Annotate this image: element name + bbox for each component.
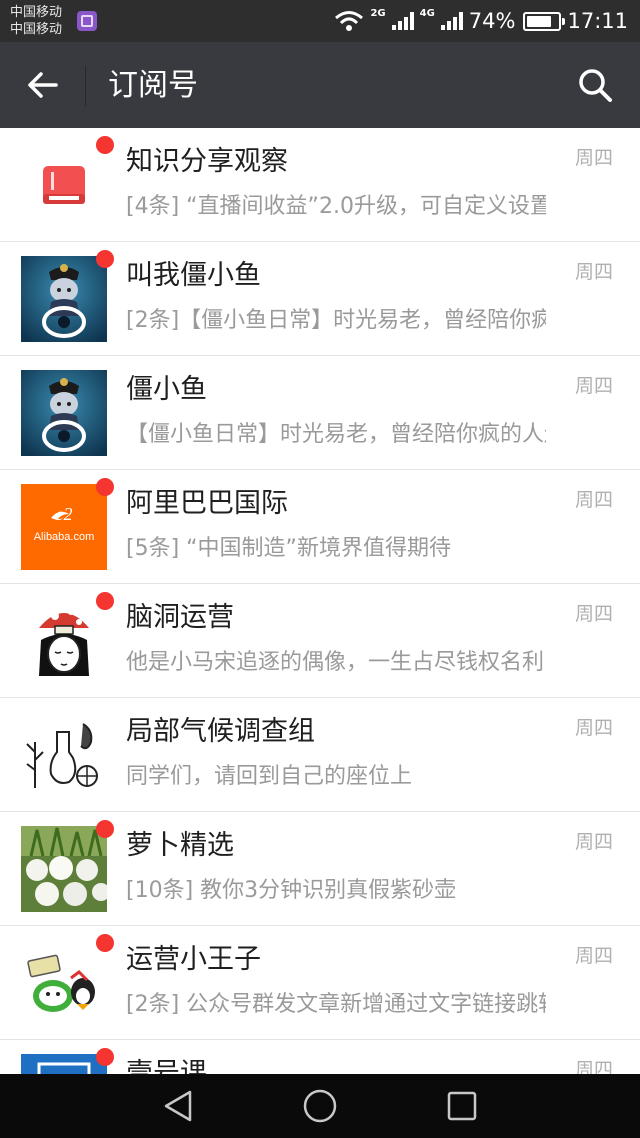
message-preview: [5条] “中国制造”新境界值得期待	[126, 536, 451, 561]
header-divider	[85, 66, 86, 106]
network-type-2: 4G	[419, 7, 435, 19]
carrier-1: 中国移动	[10, 5, 63, 20]
avatar	[21, 826, 107, 912]
subscription-list: 知识分享观察 [4条] “直播间收益”2.0升级，可自定义设置... 周四 叫我…	[0, 128, 640, 1074]
blue-frame-icon	[21, 1054, 107, 1074]
circle-home-icon	[303, 1089, 337, 1123]
timestamp: 周四	[574, 831, 613, 853]
unread-dot	[96, 934, 114, 952]
carrier-2: 中国移动	[10, 22, 63, 37]
timestamp: 周四	[574, 147, 613, 169]
network-type-1: 2G	[370, 7, 386, 19]
jiangxiaoyu-avatar-icon	[21, 256, 107, 342]
account-name: 萝卜精选	[126, 830, 234, 861]
timestamp: 周四	[574, 1059, 613, 1074]
timestamp: 周四	[574, 717, 613, 739]
account-name: 局部气候调查组	[126, 716, 315, 747]
red-book-icon	[21, 142, 107, 228]
gallery-notification-icon	[77, 11, 97, 31]
mushroom-girl-icon	[21, 598, 107, 684]
list-item[interactable]: 脑洞运营 他是小马宋追逐的偶像，一生占尽钱权名利... 周四	[0, 584, 640, 698]
triangle-back-icon	[164, 1090, 192, 1122]
list-item[interactable]: 运营小王子 [2条] 公众号群发文章新增通过文字链接跳转... 周四	[0, 926, 640, 1040]
radish-photo-icon	[21, 826, 107, 912]
message-preview: 【僵小鱼日常】时光易老，曾经陪你疯的人还在吗	[126, 422, 546, 447]
timestamp: 周四	[574, 945, 613, 967]
system-nav-bar	[0, 1074, 640, 1138]
timestamp: 周四	[574, 603, 613, 625]
list-item[interactable]: 叫我僵小鱼 [2条]【僵小鱼日常】时光易老，曾经陪你疯的人... 周四	[0, 242, 640, 356]
avatar	[21, 142, 107, 228]
message-preview: [10条] 教你3分钟识别真假紫砂壶	[126, 878, 457, 903]
list-item[interactable]: 壹号课 周四	[0, 1040, 640, 1074]
search-button[interactable]	[570, 60, 620, 110]
signal-icon-2	[440, 12, 463, 30]
timestamp: 周四	[574, 489, 613, 511]
timestamp: 周四	[574, 375, 613, 397]
unread-dot	[96, 478, 114, 496]
avatar	[21, 712, 107, 798]
message-preview: 同学们，请回到自己的座位上	[126, 764, 413, 789]
page-title: 订阅号	[108, 68, 198, 103]
carrier-info: 中国移动 中国移动	[10, 4, 62, 38]
signal-icon-1	[391, 12, 414, 30]
clock: 17:11	[567, 9, 628, 33]
nav-home-button[interactable]	[290, 1082, 350, 1130]
list-item[interactable]: 萝卜精选 [10条] 教你3分钟识别真假紫砂壶 周四	[0, 812, 640, 926]
message-preview: [2条] 公众号群发文章新增通过文字链接跳转...	[126, 992, 546, 1017]
message-preview: [2条]【僵小鱼日常】时光易老，曾经陪你疯的人...	[126, 308, 546, 333]
search-icon	[579, 69, 612, 102]
account-name: 知识分享观察	[126, 146, 288, 177]
wifi-icon	[335, 11, 364, 31]
list-item[interactable]: 局部气候调查组 同学们，请回到自己的座位上 周四	[0, 698, 640, 812]
message-preview: 他是小马宋追逐的偶像，一生占尽钱权名利...	[126, 650, 546, 675]
avatar	[21, 940, 107, 1026]
sketch-illustration-icon	[21, 712, 107, 798]
list-item[interactable]: 知识分享观察 [4条] “直播间收益”2.0升级，可自定义设置... 周四	[0, 128, 640, 242]
account-name: 阿里巴巴国际	[126, 488, 288, 519]
avatar	[21, 370, 107, 456]
nav-recents-button[interactable]	[432, 1082, 492, 1130]
unread-dot	[96, 1048, 114, 1066]
unread-dot	[96, 250, 114, 268]
avatar	[21, 1054, 107, 1074]
account-name: 叫我僵小鱼	[126, 260, 261, 291]
wechat-cartoon-icon	[21, 940, 107, 1026]
svg-text:e2: e2	[56, 504, 73, 524]
account-name: 僵小鱼	[126, 374, 207, 405]
app-bar: 订阅号	[0, 42, 640, 128]
list-item[interactable]: 僵小鱼 【僵小鱼日常】时光易老，曾经陪你疯的人还在吗 周四	[0, 356, 640, 470]
avatar: e2 Alibaba.com	[21, 484, 107, 570]
status-indicators: 2G 4G 74% 17:11	[334, 0, 628, 42]
alibaba-logo-icon: e2 Alibaba.com	[21, 484, 107, 570]
battery-icon	[523, 11, 566, 31]
unread-dot	[96, 820, 114, 838]
timestamp: 周四	[574, 261, 613, 283]
jiangxiaoyu-avatar-icon	[21, 370, 107, 456]
square-recents-icon	[447, 1091, 477, 1121]
account-name: 壹号课	[126, 1058, 207, 1074]
alibaba-logo-text: Alibaba.com	[34, 531, 95, 543]
avatar	[21, 598, 107, 684]
account-name: 脑洞运营	[126, 602, 234, 633]
back-button[interactable]	[18, 60, 68, 110]
battery-percent: 74%	[468, 9, 516, 33]
list-item[interactable]: e2 Alibaba.com 阿里巴巴国际 [5条] “中国制造”新境界值得期待…	[0, 470, 640, 584]
unread-dot	[96, 592, 114, 610]
account-name: 运营小王子	[126, 944, 261, 975]
unread-dot	[96, 136, 114, 154]
arrow-left-icon	[28, 72, 58, 98]
avatar	[21, 256, 107, 342]
status-bar: 中国移动 中国移动 2G 4G 74% 17:11	[0, 0, 640, 42]
message-preview: [4条] “直播间收益”2.0升级，可自定义设置...	[126, 194, 546, 219]
nav-back-button[interactable]	[148, 1082, 208, 1130]
